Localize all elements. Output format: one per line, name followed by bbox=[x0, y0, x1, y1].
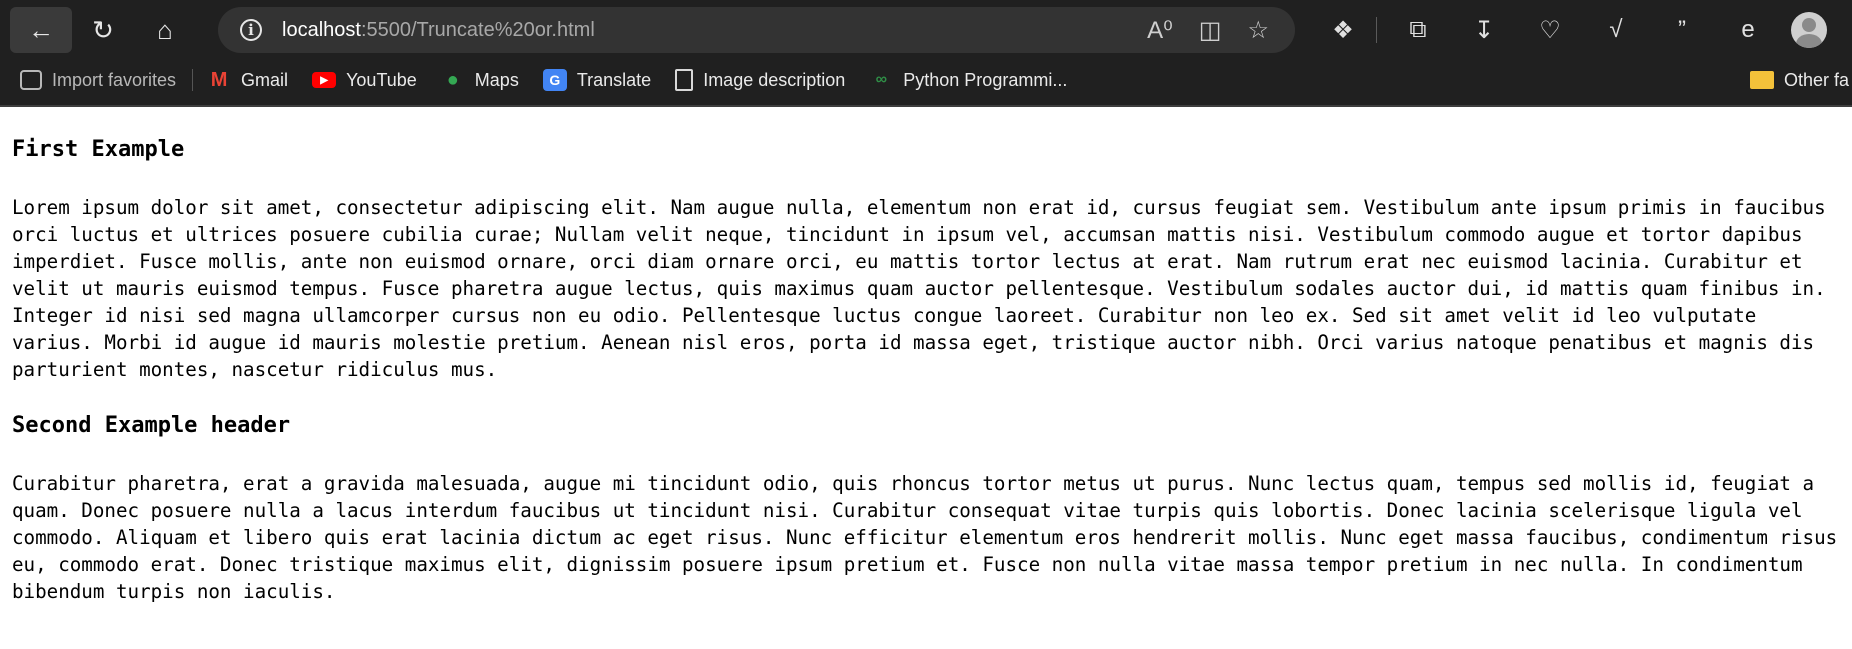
bookmark-gmail[interactable]: M Gmail bbox=[207, 69, 288, 91]
toolbar-divider bbox=[1376, 17, 1377, 43]
extensions-icon[interactable]: ❖ bbox=[1310, 16, 1376, 45]
avatar-head bbox=[1802, 18, 1816, 32]
bookmark-image-description[interactable]: Image description bbox=[675, 69, 845, 91]
back-button[interactable]: ← bbox=[10, 7, 72, 53]
second-example-paragraph: Curabitur pharetra, erat a gravida males… bbox=[12, 472, 1838, 603]
read-aloud-icon[interactable]: A⁰ bbox=[1147, 16, 1173, 45]
refresh-icon: ↻ bbox=[92, 14, 114, 45]
import-icon bbox=[20, 70, 42, 90]
second-example-heading: Second Example header bbox=[12, 413, 291, 438]
bookmark-youtube[interactable]: ▶ YouTube bbox=[312, 70, 417, 91]
bookmark-label: Image description bbox=[703, 69, 846, 90]
avatar-body bbox=[1796, 34, 1822, 48]
first-example-heading: First Example bbox=[12, 137, 185, 162]
info-icon[interactable]: i bbox=[240, 19, 262, 41]
browser-essentials-icon[interactable]: ♡ bbox=[1517, 16, 1583, 45]
profile-avatar[interactable] bbox=[1791, 12, 1827, 48]
python-icon: ∞ bbox=[875, 71, 887, 88]
url-host: localhost bbox=[282, 18, 361, 41]
address-bar[interactable]: i localhost:5500/Truncate%20or.html A⁰ ◫… bbox=[218, 7, 1295, 53]
bookmark-label: Gmail bbox=[241, 69, 289, 90]
folder-icon bbox=[1750, 71, 1774, 89]
bookmark-translate[interactable]: G Translate bbox=[542, 69, 652, 91]
math-solver-icon[interactable]: √ bbox=[1583, 16, 1649, 44]
toolbar-actions: ❖ ⧉ ↧ ♡ √ ” e bbox=[1310, 7, 1781, 53]
first-example-paragraph: Lorem ipsum dolor sit amet, consectetur … bbox=[12, 196, 1826, 381]
bookmark-label: YouTube bbox=[346, 69, 417, 90]
bookmark-label: Import favorites bbox=[52, 69, 177, 90]
document-icon bbox=[675, 69, 694, 91]
bookmark-maps[interactable]: ● Maps bbox=[441, 69, 519, 91]
page-content: First Example Lorem ipsum dolor sit amet… bbox=[0, 137, 1852, 605]
translate-icon: G bbox=[542, 69, 567, 91]
arrow-left-icon: ← bbox=[28, 14, 54, 45]
home-icon: ⌂ bbox=[157, 14, 173, 45]
maps-icon: ● bbox=[446, 68, 459, 91]
refresh-button[interactable]: ↻ bbox=[72, 7, 134, 53]
bookmark-label: Translate bbox=[576, 69, 652, 90]
collections-icon[interactable]: ⧉ bbox=[1385, 16, 1451, 44]
bookmark-python-programming[interactable]: ∞ Python Programmi... bbox=[869, 69, 1068, 91]
youtube-icon: ▶ bbox=[312, 72, 337, 88]
address-bar-actions: A⁰ ◫ ☆ bbox=[1147, 7, 1269, 53]
other-favorites-label: Other fa bbox=[1784, 69, 1850, 90]
url-path: :5500/Truncate%20or.html bbox=[360, 18, 595, 41]
add-favorite-icon[interactable]: ☆ bbox=[1247, 16, 1269, 45]
downloads-icon[interactable]: ↧ bbox=[1451, 16, 1517, 45]
bookmark-import-favorites[interactable]: Import favorites bbox=[20, 70, 176, 91]
browser-chrome: ← ↻ ⌂ i localhost:5500/Truncate%20or.htm… bbox=[0, 0, 1852, 107]
bookmarks-divider bbox=[192, 69, 194, 91]
url-text[interactable]: localhost:5500/Truncate%20or.html bbox=[282, 19, 595, 42]
bookmark-label: Python Programmi... bbox=[903, 69, 1068, 90]
browser-toolbar: ← ↻ ⌂ i localhost:5500/Truncate%20or.htm… bbox=[0, 0, 1852, 60]
bookmark-label: Maps bbox=[474, 69, 519, 90]
gmail-icon: M bbox=[210, 68, 228, 91]
quote-icon[interactable]: ” bbox=[1649, 16, 1715, 44]
home-button[interactable]: ⌂ bbox=[134, 7, 196, 53]
chrome-border bbox=[0, 105, 1852, 107]
immersive-reader-icon[interactable]: ◫ bbox=[1199, 16, 1222, 45]
bookmarks-bar: Import favorites M Gmail ▶ YouTube ● Map… bbox=[0, 60, 1852, 100]
other-favorites[interactable]: Other fa bbox=[1750, 60, 1849, 100]
edge-icon[interactable]: e bbox=[1715, 16, 1781, 44]
